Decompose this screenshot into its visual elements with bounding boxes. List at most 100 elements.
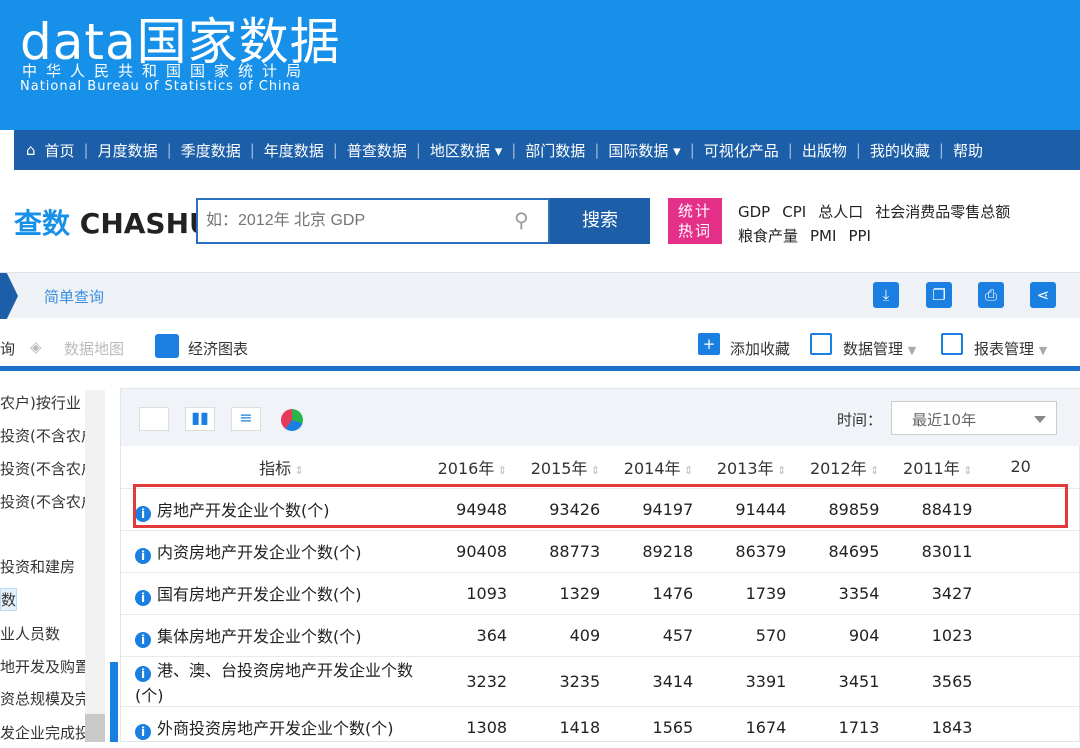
nav-item[interactable]: 出版物 xyxy=(793,140,856,161)
nav-item[interactable]: 普查数据 xyxy=(338,140,416,161)
info-icon[interactable]: i xyxy=(135,723,151,740)
sidebar-item[interactable]: 投资和建房 xyxy=(0,556,75,577)
scrollbar-thumb[interactable] xyxy=(85,714,105,742)
bar-chart-icon[interactable]: ▮▮ xyxy=(185,407,215,431)
sort-icon[interactable]: ⇕ xyxy=(291,464,304,477)
splitter-handle[interactable] xyxy=(110,662,118,742)
sort-icon[interactable]: ⇕ xyxy=(681,464,693,477)
tab-data-map[interactable]: 数据地图 xyxy=(64,338,124,359)
info-icon[interactable]: i xyxy=(135,631,151,648)
info-icon[interactable]: i xyxy=(135,665,151,682)
sort-icon[interactable]: ⇕ xyxy=(960,464,972,477)
sort-icon[interactable]: ⇕ xyxy=(494,464,507,477)
sidebar-item[interactable]: 农户)按行业 ▲ xyxy=(0,392,97,413)
info-icon[interactable]: i xyxy=(135,547,151,564)
add-favorite-button[interactable]: 添加收藏 xyxy=(730,338,790,359)
search-button[interactable]: 搜索 xyxy=(550,198,650,244)
value-cell xyxy=(986,487,1079,530)
brand-en: CHASHU xyxy=(79,207,212,240)
info-icon[interactable]: i xyxy=(135,505,151,522)
value-cell xyxy=(986,655,1079,706)
report-management-menu[interactable]: 报表管理 ▼ xyxy=(974,338,1047,359)
nav-item[interactable]: 地区数据 ▾ xyxy=(421,140,511,161)
logo-en: National Bureau of Statistics of China xyxy=(20,79,301,94)
value-cell: 93426 xyxy=(521,487,615,530)
caret-icon: ▼ xyxy=(907,344,917,357)
nav-item[interactable]: 年度数据 xyxy=(255,140,333,161)
nav-item[interactable]: 季度数据 xyxy=(172,140,250,161)
value-cell: 570 xyxy=(707,613,801,656)
nav-item[interactable]: 国际数据 ▾ xyxy=(599,140,689,161)
column-label: 2016年 xyxy=(437,458,495,478)
column-header[interactable]: 2016年 ⇕ xyxy=(428,446,521,488)
column-header[interactable]: 2012年 ⇕ xyxy=(800,446,893,488)
sort-icon[interactable]: ⇕ xyxy=(774,464,786,477)
data-management-menu[interactable]: 数据管理 ▼ xyxy=(843,338,916,359)
hot-words-label: 统计热词 xyxy=(668,198,722,244)
value-cell: 1023 xyxy=(893,613,987,656)
sidebar-item[interactable]: 投资(不含农户 xyxy=(0,425,96,446)
sidebar-item[interactable]: 资总规模及完 xyxy=(0,688,90,709)
time-select[interactable]: 最近10年 xyxy=(891,401,1057,435)
list-view-icon[interactable] xyxy=(139,407,169,431)
indicator-name: 国有房地产开发企业个数(个) xyxy=(157,584,362,604)
sidebar-item[interactable]: 发企业完成投 xyxy=(0,722,90,742)
sort-icon[interactable]: ⇕ xyxy=(587,464,600,477)
pie-chart-icon[interactable] xyxy=(281,409,303,431)
value-cell: 3235 xyxy=(521,655,615,706)
hot-link[interactable]: PPI xyxy=(848,227,871,245)
sidebar-item[interactable]: 投资(不含农户 xyxy=(0,458,96,479)
search-input[interactable] xyxy=(196,198,550,244)
nav-item[interactable]: 帮助 xyxy=(944,140,992,161)
info-icon[interactable]: i xyxy=(135,589,151,606)
nav-item[interactable]: 部门数据 xyxy=(516,140,594,161)
hot-link[interactable]: 总人口 xyxy=(818,203,863,221)
search-icon: ⚲ xyxy=(514,208,529,232)
share-icon[interactable]: ⋖ xyxy=(1030,282,1056,308)
sidebar-item[interactable]: 数 xyxy=(0,588,18,611)
sidebar-item[interactable]: 地开发及购置 xyxy=(0,656,90,677)
sort-icon[interactable]: ⇕ xyxy=(867,464,879,477)
copy-icon[interactable]: ❐ xyxy=(926,282,952,308)
sidebar-item[interactable]: 投资(不含农户 xyxy=(0,491,96,512)
horizontal-bar-icon[interactable]: ≡ xyxy=(231,407,261,431)
column-header[interactable]: 2015年 ⇕ xyxy=(521,446,614,488)
sidebar-scrollbar[interactable] xyxy=(85,390,105,742)
indicator-cell: i 国有房地产开发企业个数(个) xyxy=(121,571,428,614)
column-header[interactable]: 20 xyxy=(986,446,1079,488)
column-header[interactable]: 指标 ⇕ xyxy=(121,446,428,488)
hot-link[interactable]: PMI xyxy=(810,227,836,245)
tab-econ-chart[interactable]: 经济图表 xyxy=(188,338,248,359)
caret-icon: ▼ xyxy=(1038,344,1048,357)
value-cell: 3565 xyxy=(893,655,987,706)
print-icon[interactable]: ⎙ xyxy=(978,282,1004,308)
value-cell: 409 xyxy=(521,613,615,656)
breadcrumb-arrow xyxy=(0,273,18,319)
value-cell: 3354 xyxy=(800,571,894,614)
value-cell xyxy=(986,529,1079,572)
nav-item[interactable]: 月度数据 xyxy=(89,140,167,161)
nav-item[interactable]: 可视化产品 xyxy=(695,140,788,161)
tab-query-cut[interactable]: 询 xyxy=(0,338,15,359)
nav-item[interactable]: 我的收藏 xyxy=(861,140,939,161)
report-mgmt-label: 报表管理 xyxy=(974,340,1035,358)
sidebar-item[interactable]: 业人员数 xyxy=(0,623,60,644)
hot-link[interactable]: GDP xyxy=(738,203,770,221)
hot-link[interactable]: CPI xyxy=(782,203,806,221)
column-header[interactable]: 2013年 ⇕ xyxy=(707,446,800,488)
indicator-cell: i 内资房地产开发企业个数(个) xyxy=(121,529,428,572)
hot-link[interactable]: 社会消费品零售总额 xyxy=(875,203,1010,221)
value-cell: 3232 xyxy=(428,655,522,706)
column-header[interactable]: 2011年 ⇕ xyxy=(893,446,986,488)
nav-item[interactable]: 首页 xyxy=(36,140,84,161)
hot-link[interactable]: 粮食产量 xyxy=(738,227,798,245)
main-nav: ⌂ 首页 | 月度数据 | 季度数据 | 年度数据 | 普查数据 | 地区数据 ▾ | 部门数据 | 国际数… xyxy=(14,130,1080,170)
column-label: 2012年 xyxy=(809,458,867,478)
breadcrumb-simple-query[interactable]: 简单查询 xyxy=(44,286,104,307)
view-bar: ▮▮ ≡ 时间： 最近10年 xyxy=(121,389,1080,446)
download-icon[interactable]: ⤓ xyxy=(873,282,899,308)
toolbar: 询 ◈ 数据地图 经济图表 + 添加收藏 数据管理 ▼ 报表管理 ▼ xyxy=(0,318,1080,368)
column-header[interactable]: 2014年 ⇕ xyxy=(614,446,707,488)
indicator-cell: i 房地产开发企业个数(个) xyxy=(121,487,428,530)
table-row: i 港、澳、台投资房地产开发企业个数(个) 3232 3235 3414 3391 3451… xyxy=(121,655,1079,706)
